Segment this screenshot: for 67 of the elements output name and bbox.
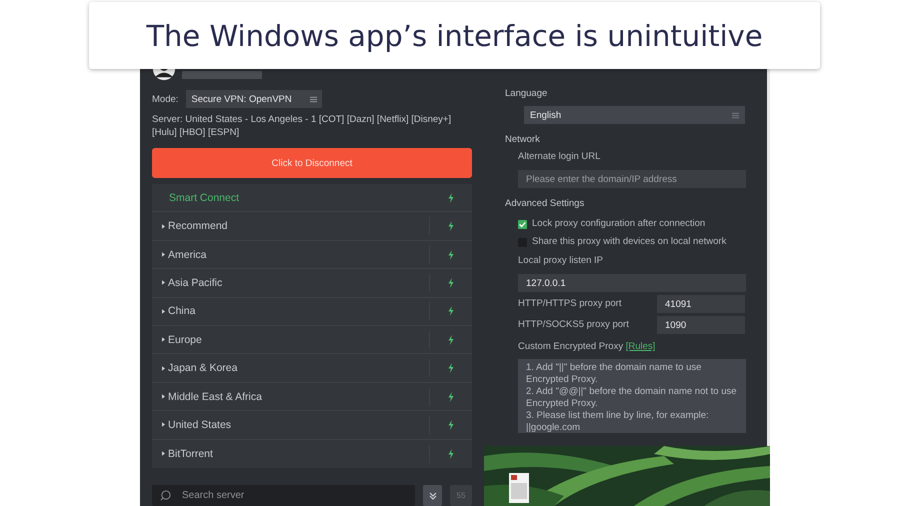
checkbox-label: Lock proxy configuration after connection <box>532 218 706 230</box>
mode-dropdown[interactable]: Secure VPN: OpenVPN <box>186 90 322 108</box>
heading: The Windows app’s interface is unintuitive <box>146 18 763 52</box>
lightning-icon <box>448 392 454 402</box>
menu-icon <box>310 96 318 103</box>
menu-icon <box>732 112 739 118</box>
server-item[interactable]: Japan & Korea <box>152 354 472 383</box>
caret-icon <box>162 337 165 342</box>
server-name: Asia Pacific <box>168 276 224 289</box>
lightning-icon <box>448 363 454 374</box>
port-field[interactable]: 1090 <box>657 316 745 334</box>
server-name: United States <box>168 418 232 431</box>
lightning-icon <box>448 278 454 288</box>
server-item[interactable]: Middle East & Africa <box>152 382 472 412</box>
file-icon <box>509 472 529 504</box>
field-label: HTTP/HTTPS proxy port <box>518 298 622 310</box>
caret-icon <box>162 451 165 456</box>
expand-button[interactable] <box>423 485 442 506</box>
section-heading: Network <box>505 134 541 146</box>
server-item[interactable]: Smart Connect <box>152 184 472 212</box>
language-dropdown[interactable]: English <box>524 106 745 124</box>
server-info: Server: United States - Los Angeles - 1 [COT] [Dazn] [Netflix] [Disney+] [Hulu] [HBO] [ESPN] <box>152 113 452 139</box>
double-chevron-icon <box>428 490 438 500</box>
server-name: BitTorrent <box>168 448 214 460</box>
checkbox[interactable] <box>518 220 527 228</box>
server-name: China <box>168 305 196 318</box>
lightning-icon <box>448 221 454 232</box>
caret-icon <box>162 308 165 314</box>
server-name: America <box>168 248 208 261</box>
server-name: Smart Connect <box>168 192 240 204</box>
caret-icon <box>162 422 165 428</box>
search-field[interactable]: Search server <box>152 485 415 506</box>
server-name: Europe <box>168 334 203 346</box>
caret-icon <box>162 366 165 371</box>
login-url-field[interactable]: Please enter the domain/IP address <box>518 170 746 188</box>
port-field[interactable]: 41091 <box>657 295 745 313</box>
lightning-icon <box>448 448 454 459</box>
section-heading: Language <box>505 88 548 100</box>
server-item[interactable]: BitTorrent <box>152 440 472 468</box>
server-name: Japan & Korea <box>168 362 238 374</box>
server-item[interactable]: Asia Pacific <box>152 269 472 298</box>
field-label: Alternate login URL <box>518 151 602 163</box>
field-label: HTTP/SOCKS5 proxy port <box>518 319 629 331</box>
listen-ip-field[interactable]: 127.0.0.1 <box>518 274 746 292</box>
mode-label: Mode: <box>152 94 178 105</box>
caret-icon <box>162 224 165 229</box>
custom-proxy-label: Custom Encrypted Proxy [Rules] <box>518 341 656 353</box>
lightning-icon <box>448 192 454 203</box>
field-label: Local proxy listen IP <box>518 255 604 267</box>
server-item[interactable]: China <box>152 298 472 326</box>
server-item[interactable]: United States <box>152 411 472 440</box>
caret-icon <box>162 394 165 400</box>
server-item[interactable]: America <box>152 240 472 270</box>
caret-icon <box>162 252 165 258</box>
server-item[interactable]: Recommend <box>152 212 472 241</box>
caret-icon <box>162 280 165 286</box>
server-item[interactable]: Europe <box>152 326 472 354</box>
server-name: Recommend <box>168 220 229 232</box>
rules-link[interactable]: [Rules] <box>626 341 656 352</box>
rules-textarea[interactable]: 1. Add "||" before the domain name to use Encrypted Proxy. 2. Add "@@||" before the domain name not to use Encrypted Proxy. 3. Please list them line by line, for example: ||google.com <box>518 359 746 433</box>
lightning-icon <box>448 306 454 316</box>
lightning-icon <box>448 334 454 345</box>
lightning-icon <box>448 250 454 260</box>
server-name: Middle East & Africa <box>168 390 263 403</box>
lightning-icon <box>448 420 454 430</box>
checkbox-label: Share this proxy with devices on local network <box>532 236 726 248</box>
section-heading: Advanced Settings <box>505 198 586 210</box>
